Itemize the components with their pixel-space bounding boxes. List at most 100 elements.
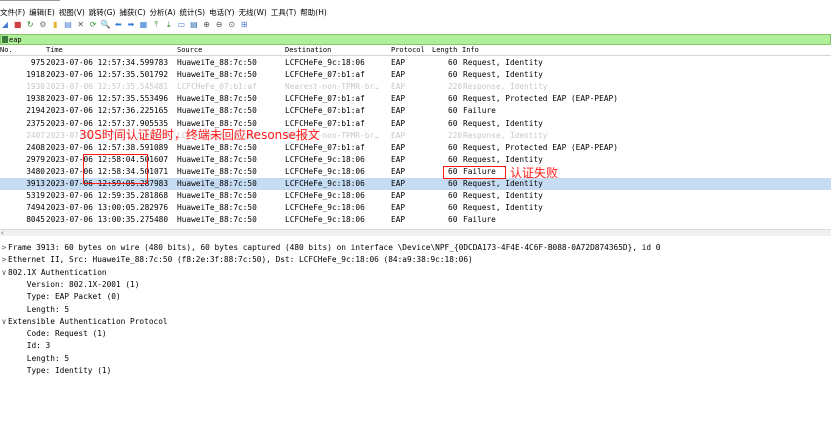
menu-item[interactable]: 统计(S)	[180, 7, 206, 18]
packet-row[interactable]: 8045 2023-07-06 13:00:35.275480 HuaweiTe_8…	[0, 214, 831, 226]
resize-columns-icon[interactable]: ⊞	[239, 20, 249, 30]
zoom-reset-icon[interactable]: ⊙	[227, 20, 237, 30]
colorize-icon[interactable]: ▤	[189, 20, 199, 30]
detail-row[interactable]: Length: 5	[0, 304, 69, 316]
menu-item[interactable]: 文件(F)	[0, 7, 25, 18]
detail-row[interactable]: Type: EAP Packet (0)	[0, 291, 121, 303]
packet-no: 1938	[26, 94, 45, 104]
column-no[interactable]: No.	[0, 46, 13, 54]
menu-item[interactable]: 分析(A)	[150, 7, 176, 18]
menu-item[interactable]: 视图(V)	[59, 7, 85, 18]
detail-row[interactable]: Code: Request (1)	[0, 328, 107, 340]
packet-info: Failure	[463, 215, 496, 225]
packet-time: 2023-07-06 12:57:35.545481	[46, 82, 169, 92]
stop-icon[interactable]: ■	[13, 20, 23, 30]
packet-length: 60	[448, 142, 458, 152]
go-to-icon[interactable]: ▦	[139, 20, 149, 30]
detail-text: Id: 3	[8, 341, 51, 351]
autoscroll-icon[interactable]: ▭	[176, 20, 186, 30]
horizontal-scrollbar[interactable]: ‹	[0, 229, 831, 237]
packet-no: 2979	[26, 154, 45, 164]
packet-info: Request, Protected EAP (EAP-PEAP)	[463, 94, 618, 104]
packet-row[interactable]: 1938 2023-07-06 12:57:35.553496 HuaweiTe_8…	[0, 93, 831, 105]
menu-item[interactable]: 电话(Y)	[209, 7, 234, 18]
reload-icon[interactable]: ⟳	[88, 20, 98, 30]
back-icon[interactable]: ⬅	[113, 20, 123, 30]
detail-text: Type: Identity (1)	[8, 366, 112, 375]
menu-item[interactable]: 捕获(C)	[119, 7, 145, 18]
packet-source: HuaweiTe_88:7c:50	[177, 191, 257, 201]
column-protocol[interactable]: Protocol	[391, 46, 425, 54]
detail-row[interactable]: > Frame 3913: 60 bytes on wire (480 bits)…	[0, 242, 661, 254]
forward-icon[interactable]: ➡	[126, 20, 136, 30]
packet-no: 2407	[26, 130, 45, 140]
packet-source: HuaweiTe_88:7c:50	[177, 106, 257, 116]
shark-fin-icon[interactable]: ◢	[0, 20, 10, 30]
first-icon[interactable]: ⤒	[151, 20, 161, 30]
close-file-icon[interactable]: ✕	[76, 20, 86, 30]
options-icon[interactable]: ⚙	[38, 20, 48, 30]
last-icon[interactable]: ⤓	[164, 20, 174, 30]
detail-row[interactable]: ∨ Extensible Authentication Protocol	[0, 316, 168, 328]
detail-text: Type: EAP Packet (0)	[8, 292, 121, 302]
zoom-out-icon[interactable]: ⊖	[214, 20, 224, 30]
packet-no: 2408	[26, 142, 45, 152]
column-destination[interactable]: Destination	[285, 46, 331, 54]
column-source[interactable]: Source	[177, 46, 202, 54]
detail-row[interactable]: Type: Identity (1)	[0, 365, 112, 377]
timeout-annotation: 30S时间认证超时，终端未回应Resonse报文	[79, 128, 320, 142]
packet-length: 60	[448, 118, 458, 128]
packet-protocol: EAP	[391, 142, 406, 152]
find-icon[interactable]: 🔍	[101, 20, 111, 30]
packet-no: 7494	[26, 203, 45, 213]
packet-protocol: EAP	[391, 203, 406, 213]
packet-length: 60	[448, 154, 458, 164]
packet-time: 2023-07-06 13:00:35.275480	[46, 215, 169, 225]
menu-item[interactable]: 无线(W)	[239, 7, 267, 18]
column-info[interactable]: Info	[462, 46, 479, 54]
collapsed-arrow-icon[interactable]: >	[0, 254, 8, 266]
packet-info: Request, Identity	[463, 118, 543, 128]
packet-row[interactable]: 7494 2023-07-06 13:00:05.282976 HuaweiTe_8…	[0, 202, 831, 214]
bookmark-icon[interactable]	[2, 36, 8, 43]
column-length[interactable]: Length	[432, 46, 457, 54]
packet-protocol: EAP	[391, 106, 406, 116]
expanded-arrow-icon[interactable]: ∨	[0, 316, 8, 328]
packet-row[interactable]: 2194 2023-07-06 12:57:36.225165 HuaweiTe_8…	[0, 105, 831, 117]
packet-protocol: EAP	[391, 166, 406, 176]
display-filter-input[interactable]: eap	[9, 36, 22, 44]
menu-item[interactable]: 跳转(G)	[89, 7, 116, 18]
detail-row[interactable]: > Ethernet II, Src: HuaweiTe_88:7c:50 (f8…	[0, 254, 473, 266]
packet-row[interactable]: 2408 2023-07-06 12:57:38.591089 HuaweiTe_8…	[0, 142, 831, 154]
packet-protocol: EAP	[391, 70, 406, 80]
menu-item[interactable]: 工具(T)	[271, 7, 296, 18]
detail-text: Ethernet II, Src: HuaweiTe_88:7c:50 (f8:…	[8, 255, 473, 265]
packet-destination: LCFCHeFe_07:b1:af	[285, 106, 365, 116]
menu-item[interactable]: 编辑(E)	[29, 7, 55, 18]
scroll-left-icon[interactable]: ‹	[1, 229, 4, 237]
detail-row[interactable]: ∨ 802.1X Authentication	[0, 267, 107, 279]
packet-no: 3913	[26, 179, 45, 188]
restart-icon[interactable]: ↻	[25, 20, 35, 30]
collapsed-arrow-icon[interactable]: >	[0, 242, 8, 254]
packet-row[interactable]: 1930 2023-07-06 12:57:35.545481 LCFCHeFe_0…	[0, 81, 831, 93]
packet-row[interactable]: 1918 2023-07-06 12:57:35.501792 HuaweiTe_8…	[0, 69, 831, 81]
display-filter-bar[interactable]: eap	[0, 34, 831, 45]
packet-no: 975	[30, 58, 45, 67]
zoom-in-icon[interactable]: ⊕	[202, 20, 212, 30]
open-file-icon[interactable]: ▮	[50, 20, 60, 30]
packet-row[interactable]: 5319 2023-07-06 12:59:35.281868 HuaweiTe_8…	[0, 190, 831, 202]
packet-protocol: EAP	[391, 94, 406, 104]
packet-row[interactable]: 975 2023-07-06 12:57:34.599783 HuaweiTe_88…	[0, 57, 831, 69]
packet-length: 60	[448, 106, 458, 116]
packet-info: Request, Identity	[463, 203, 543, 213]
menu-item[interactable]: 帮助(H)	[300, 7, 327, 18]
detail-row[interactable]: Id: 3	[0, 340, 50, 352]
detail-row[interactable]: Length: 5	[0, 353, 69, 365]
packet-length: 220	[448, 130, 463, 140]
failure-highlight-box	[443, 166, 506, 179]
save-icon[interactable]: ▤	[63, 20, 73, 30]
expanded-arrow-icon[interactable]: ∨	[0, 267, 8, 279]
detail-row[interactable]: Version: 802.1X-2001 (1)	[0, 279, 140, 291]
column-time[interactable]: Time	[46, 46, 63, 54]
